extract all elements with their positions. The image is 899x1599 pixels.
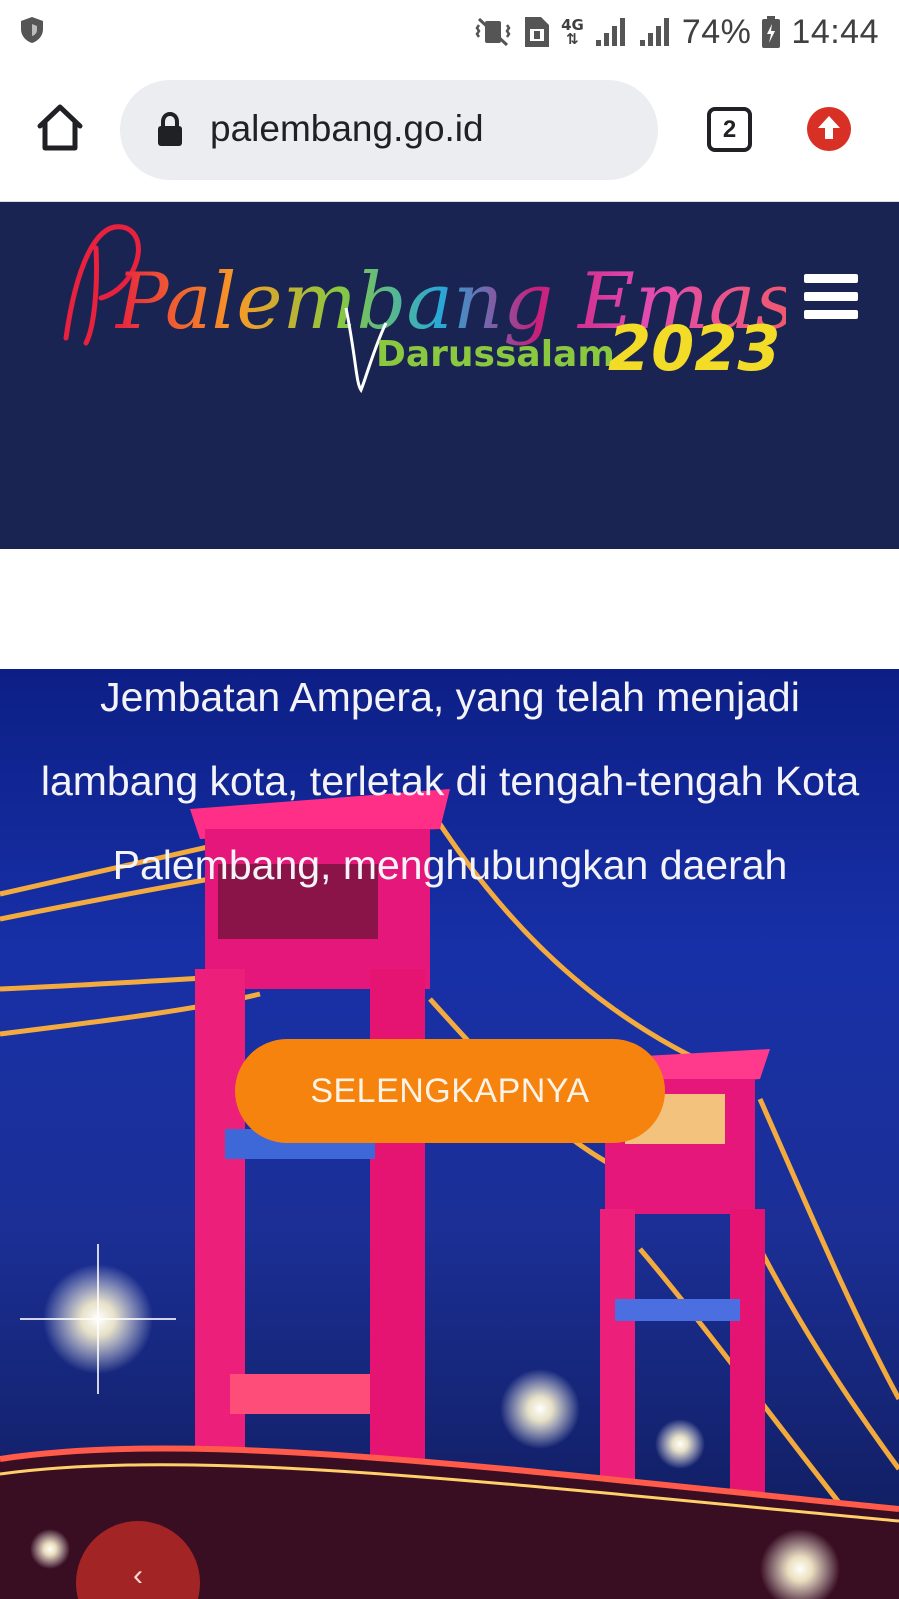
hamburger-menu-icon[interactable] — [804, 274, 858, 320]
logo-sub: Darussalam — [376, 334, 615, 375]
hero-caption: Jembatan Ampera, yang telah menjadi lamb… — [40, 674, 860, 888]
sim-card-icon — [525, 17, 550, 47]
read-more-button[interactable]: SELENGKAPNYA — [235, 1039, 665, 1143]
site-header: Palembang Emas Darussalam 2023 — [0, 202, 899, 549]
browser-toolbar: palembang.go.id 2 — [0, 62, 899, 202]
signal-strength-icon — [595, 18, 625, 46]
url-text: palembang.go.id — [210, 108, 484, 149]
network-type-icon: 4G ⇅ — [561, 16, 584, 48]
lock-icon — [158, 112, 182, 146]
tab-switcher-button[interactable]: 2 — [707, 107, 752, 152]
signal-strength-2-icon — [639, 18, 669, 46]
logo-year: 2023 — [608, 312, 781, 385]
vibrate-mute-icon — [475, 17, 511, 47]
shield-icon — [21, 17, 43, 43]
clock: 14:44 — [791, 12, 879, 51]
content-gap — [0, 549, 899, 669]
status-bar: 4G ⇅ 74% 14:44 — [0, 0, 899, 62]
battery-percent: 74% — [681, 12, 752, 51]
address-bar[interactable]: palembang.go.id — [120, 80, 658, 180]
palembang-emas-logo[interactable]: Palembang Emas Darussalam 2023 — [56, 208, 786, 398]
battery-charging-icon — [762, 16, 781, 48]
home-icon[interactable] — [34, 102, 86, 154]
hero-slider: Jembatan Ampera, yang telah menjadi lamb… — [0, 669, 899, 1599]
update-icon[interactable] — [806, 106, 852, 152]
